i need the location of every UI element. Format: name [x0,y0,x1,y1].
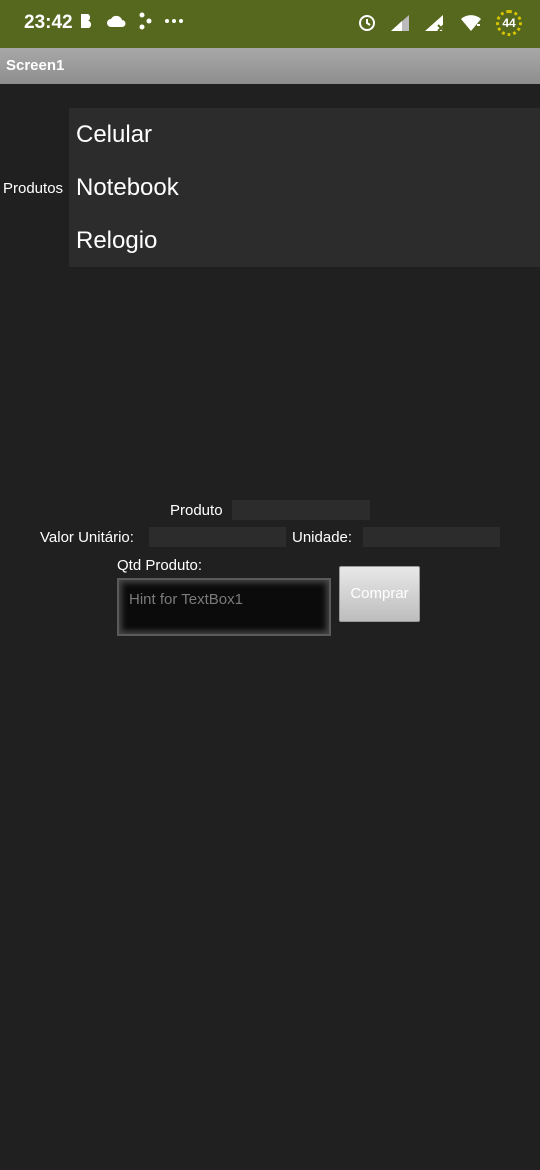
valor-unitario-field [149,527,286,547]
unidade-label: Unidade: [292,529,353,546]
b-app-icon [80,13,94,29]
screen-title: Screen1 [6,57,65,74]
list-item-relogio[interactable]: Relogio [69,214,540,267]
list-item-celular[interactable]: Celular [69,108,540,161]
clock-time: 23:42 [24,12,73,33]
battery-level: 44 [502,16,516,30]
qtd-produto-input[interactable]: Hint for TextBox1 [117,578,331,636]
list-item-notebook[interactable]: Notebook [69,161,540,214]
battery-icon: 44 [496,10,522,36]
qtd-produto-label: Qtd Produto: [117,557,203,574]
produtos-label: Produtos [3,180,64,197]
more-dots-icon [164,18,184,24]
signal-icon [390,14,410,32]
signal-x-icon [424,14,446,32]
unidade-field [363,527,500,547]
alarm-icon [358,14,376,32]
share-icon [138,12,152,30]
produto-field [232,500,370,520]
valor-unitario-label: Valor Unitário: [40,529,134,546]
produto-label: Produto [170,502,223,519]
status-bar: 23:42 44 [0,0,540,48]
title-bar: Screen1 [0,48,540,84]
wifi-icon [460,15,482,31]
products-list[interactable]: Celular Notebook Relogio [69,108,540,267]
cloud-icon [106,14,126,28]
comprar-button[interactable]: Comprar [339,566,420,622]
qtd-produto-placeholder: Hint for TextBox1 [129,591,243,608]
